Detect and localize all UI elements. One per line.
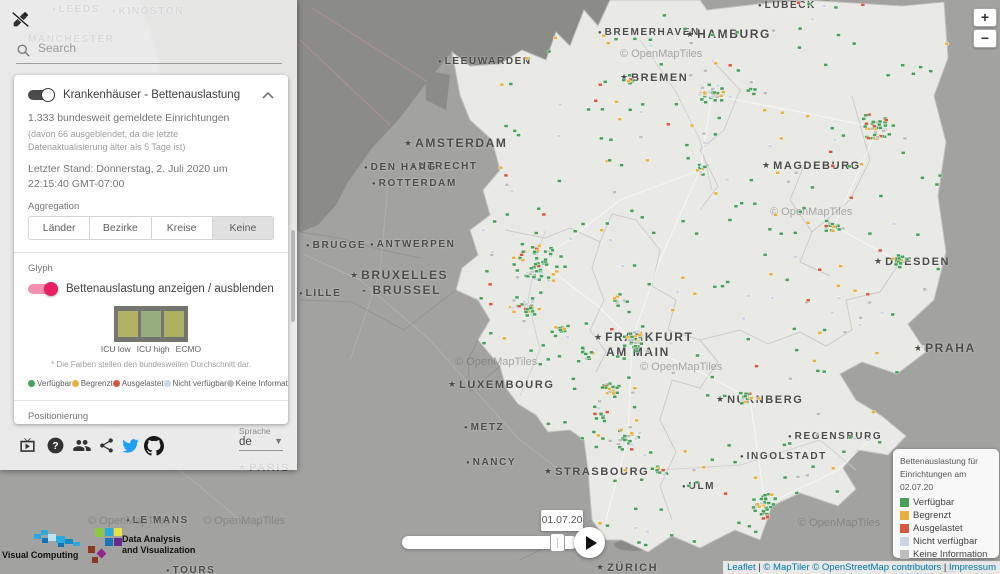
logos: Visual Computing Data Analysisand Visual… xyxy=(0,530,200,570)
glyph-cell-label: ICU high xyxy=(137,344,170,354)
layers-off-icon[interactable] xyxy=(10,9,32,31)
sidebar-panel: Krankenhäuser - Bettenauslastung 1.333 b… xyxy=(0,0,297,470)
aggregation-label: Aggregation xyxy=(28,201,274,212)
card-title: Krankenhäuser - Bettenauslastung xyxy=(63,89,262,101)
aggregation-option-länder[interactable]: Länder xyxy=(28,216,90,240)
positioning-label: Positionierung xyxy=(28,411,274,422)
legend-item: Ausgelastet xyxy=(900,523,992,534)
app-window: ●LEEDS●KINGSTONMANCHESTER●LEEUWARDEN★AMS… xyxy=(0,0,1000,574)
zoom-control: + − xyxy=(973,8,997,50)
language-value: de xyxy=(239,436,252,448)
map-attribution: Leaflet | © MapTiler © OpenStreetMap con… xyxy=(723,561,1000,574)
glyph-cell-ecmo xyxy=(164,311,184,337)
layer-visibility-toggle[interactable] xyxy=(28,88,55,102)
chevron-down-icon: ▼ xyxy=(274,436,283,448)
share-icon[interactable] xyxy=(98,436,115,460)
attribution-link[interactable]: Leaflet xyxy=(727,562,756,573)
glyph-cell-label: ICU low xyxy=(101,344,131,354)
legend-item: Verfügbar xyxy=(900,497,992,508)
legend-item: Begrenzt xyxy=(900,510,992,521)
play-button[interactable] xyxy=(574,527,605,558)
attribution-link[interactable]: © OpenStreetMap contributors xyxy=(812,562,941,573)
language-label: Sprache xyxy=(239,426,283,436)
time-tooltip: 01.07.20 xyxy=(541,510,583,531)
glyph-axis-labels: ICU low ICU high ECMO xyxy=(28,344,274,354)
sidebar-footer: ? xyxy=(0,424,297,470)
glyph-toggle-label: Bettenauslastung anzeigen / ausblenden xyxy=(66,283,274,295)
legend-item: Nicht verfügbar xyxy=(900,536,992,547)
glyph-note: * Die Farben stellen den bundesweiten Du… xyxy=(28,360,274,369)
aggregation-option-keine[interactable]: Keine xyxy=(213,216,274,240)
twitter-icon[interactable] xyxy=(120,436,141,460)
hospital-layer-card: Krankenhäuser - Bettenauslastung 1.333 b… xyxy=(14,75,288,424)
team-icon[interactable] xyxy=(72,436,92,460)
legend-title-line2: Einrichtungen am 02.07.20 xyxy=(900,468,992,494)
search-icon xyxy=(16,43,31,58)
help-icon[interactable]: ? xyxy=(46,436,65,460)
sidebar-scrollbar[interactable] xyxy=(291,230,295,322)
aggregation-option-kreise[interactable]: Kreise xyxy=(152,216,213,240)
attribution-link[interactable]: © MapTiler xyxy=(763,562,809,573)
legend-item: Keine Information xyxy=(900,549,992,560)
glyph-visibility-toggle[interactable] xyxy=(28,282,58,296)
attribution-link[interactable]: Impressum xyxy=(949,562,996,573)
language-select[interactable]: Sprache de ▼ xyxy=(239,426,283,451)
glyph-label: Glyph xyxy=(28,263,274,274)
visual-computing-logo xyxy=(28,528,92,552)
glyph-cell-label: ECMO xyxy=(176,344,202,354)
search-input[interactable] xyxy=(36,40,276,56)
status-legend-item: Verfügbar xyxy=(28,379,72,388)
last-update-text: Letzter Stand: Donnerstag, 2. Juli 2020 … xyxy=(28,162,238,190)
legend-items: Verfügbar Begrenzt Ausgelastet Nicht verfüg… xyxy=(900,497,992,560)
dav-logo xyxy=(86,526,122,566)
status-mini-legend: VerfügbarBegrenztAusgelastetNicht verfüg… xyxy=(28,379,274,388)
aggregation-option-bezirke[interactable]: Bezirke xyxy=(90,216,151,240)
facility-count-text: 1.333 bundesweit gemeldete Einrichtungen xyxy=(28,111,274,125)
legend-title-line1: Bettenauslastung für xyxy=(900,455,992,468)
github-icon[interactable] xyxy=(144,436,164,461)
zoom-in-button[interactable]: + xyxy=(973,8,997,27)
dav-label: Data Analysisand Visualization xyxy=(122,534,195,557)
glyph-cell-icu-low xyxy=(118,311,138,337)
time-slider-handle[interactable] xyxy=(550,533,565,552)
status-legend-item: Nicht verfügbar xyxy=(164,379,227,388)
svg-text:?: ? xyxy=(52,441,58,452)
aggregation-button-group: LänderBezirkeKreiseKeine xyxy=(28,216,274,240)
status-legend-item: Begrenzt xyxy=(72,379,113,388)
zoom-out-button[interactable]: − xyxy=(973,29,997,48)
map-legend-panel: Bettenauslastung für Einrichtungen am 02… xyxy=(893,449,999,558)
video-demo-icon[interactable] xyxy=(18,436,37,460)
collapse-chevron-icon[interactable] xyxy=(262,91,274,99)
glyph-preview xyxy=(114,306,188,342)
status-legend-item: Keine Information xyxy=(227,379,288,388)
status-legend-item: Ausgelastet xyxy=(113,379,164,388)
hidden-facilities-note: (davon 66 ausgeblendet, da die letzte Da… xyxy=(28,128,258,153)
glyph-cell-icu-high xyxy=(141,311,161,337)
visual-computing-label: Visual Computing xyxy=(2,550,78,560)
